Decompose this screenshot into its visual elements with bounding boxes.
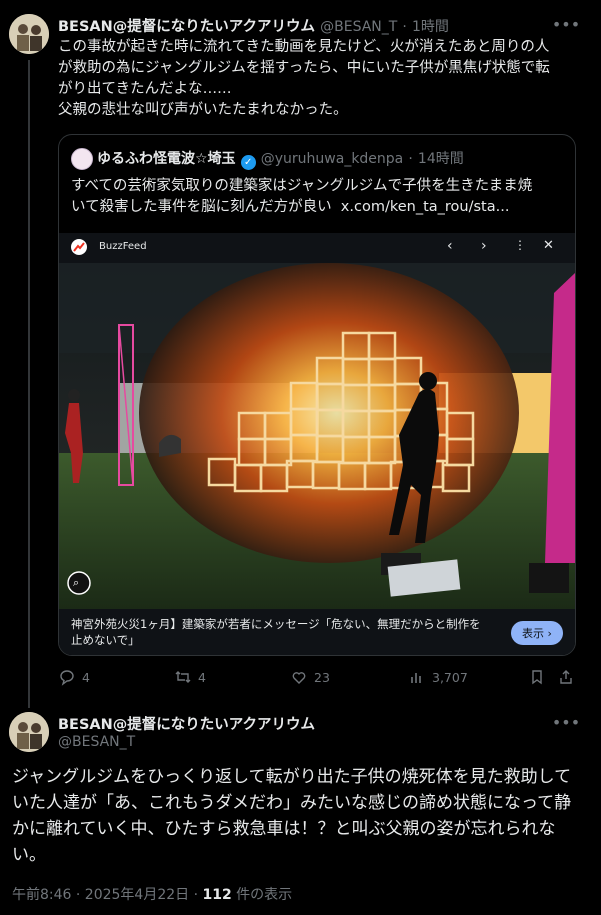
views-label: 件の表示 bbox=[231, 887, 293, 903]
repost-button[interactable]: 4 bbox=[174, 668, 206, 686]
chevron-right-icon: › bbox=[547, 626, 552, 640]
show-button[interactable]: 表示 › bbox=[511, 621, 563, 645]
repost-icon bbox=[175, 671, 191, 683]
share-button[interactable] bbox=[557, 668, 575, 686]
timestamp[interactable]: 午前8:46 · 2025年4月22日 · bbox=[12, 887, 203, 903]
buzzfeed-logo bbox=[71, 239, 87, 255]
bookmark-icon bbox=[532, 670, 542, 685]
more-icon[interactable]: ••• bbox=[552, 712, 580, 732]
like-button[interactable]: 23 bbox=[290, 668, 330, 686]
fire-photo[interactable]: ⌕ bbox=[59, 263, 575, 609]
card-header: BuzzFeed ‹ › ⋮ ✕ bbox=[59, 233, 575, 263]
quote-handle: @yuruhuwa_kdenpa bbox=[260, 151, 404, 167]
quote-header: ゆるふわ怪電波☆埼玉 ✓ @yuruhuwa_kdenpa · 14時間 bbox=[97, 151, 464, 170]
close-icon[interactable]: ✕ bbox=[543, 238, 554, 253]
verified-icon: ✓ bbox=[240, 155, 256, 170]
quote-avatar[interactable] bbox=[71, 148, 93, 170]
views-count: 112 bbox=[202, 887, 232, 903]
avatar[interactable] bbox=[9, 14, 49, 54]
views-icon bbox=[411, 673, 421, 683]
display-name[interactable]: BESAN@提督になりたいアクアリウム bbox=[58, 713, 315, 734]
quoted-tweet[interactable]: ゆるふわ怪電波☆埼玉 ✓ @yuruhuwa_kdenpa · 14時間 すべて… bbox=[58, 134, 576, 656]
quote-link[interactable]: x.com/ken_ta_rou/sta... bbox=[341, 199, 510, 215]
share-icon bbox=[560, 670, 572, 684]
chevron-right-icon[interactable]: › bbox=[481, 238, 487, 254]
thread-line bbox=[28, 60, 30, 708]
card-footer[interactable]: 神宮外苑火災1ヶ月】建築家が若者にメッセージ「危ない、無理だからと制作を 止めな… bbox=[59, 609, 575, 655]
more-icon[interactable]: ••• bbox=[552, 14, 580, 34]
quote-text: すべての芸術家気取りの建築家はジャングルジムで子供を生きたまま焼 いて殺害した事… bbox=[71, 178, 533, 215]
quote-time: 14時間 bbox=[417, 151, 464, 167]
reply-button[interactable]: 4 bbox=[58, 668, 90, 686]
reply-icon bbox=[60, 670, 74, 686]
card-source: BuzzFeed bbox=[99, 241, 147, 252]
image-search-icon[interactable]: ⌕ bbox=[73, 576, 79, 590]
quote-display-name: ゆるふわ怪電波☆埼玉 bbox=[97, 151, 236, 167]
tweet2-text: ジャングルジムをひっくり返して転がり出た子供の焼死体を見た救助して いた人達が「… bbox=[12, 767, 572, 865]
card-more-icon[interactable]: ⋮ bbox=[514, 238, 526, 252]
display-name[interactable]: BESAN@提督になりたいアクアリウム bbox=[58, 19, 315, 35]
like-icon bbox=[292, 672, 306, 684]
chevron-left-icon[interactable]: ‹ bbox=[447, 238, 453, 254]
views-button[interactable]: 3,707 bbox=[408, 668, 468, 686]
bookmark-button[interactable] bbox=[528, 668, 546, 686]
handle[interactable]: @BESAN_T bbox=[58, 734, 135, 750]
tweet1-header: BESAN@提督になりたいアクアリウム @BESAN_T · 1時間 bbox=[58, 19, 449, 35]
avatar[interactable] bbox=[9, 712, 49, 752]
post-time[interactable]: 1時間 bbox=[412, 19, 449, 35]
tweet1-text: この事故が起きた時に流れてきた動画を見たけど、火が消えたあと周りの人 が救助の為… bbox=[58, 39, 550, 118]
post-meta: 午前8:46 · 2025年4月22日 · 112 件の表示 bbox=[12, 884, 292, 904]
card-caption: 神宮外苑火災1ヶ月】建築家が若者にメッセージ「危ない、無理だからと制作を 止めな… bbox=[71, 617, 481, 647]
handle[interactable]: @BESAN_T bbox=[320, 19, 397, 35]
